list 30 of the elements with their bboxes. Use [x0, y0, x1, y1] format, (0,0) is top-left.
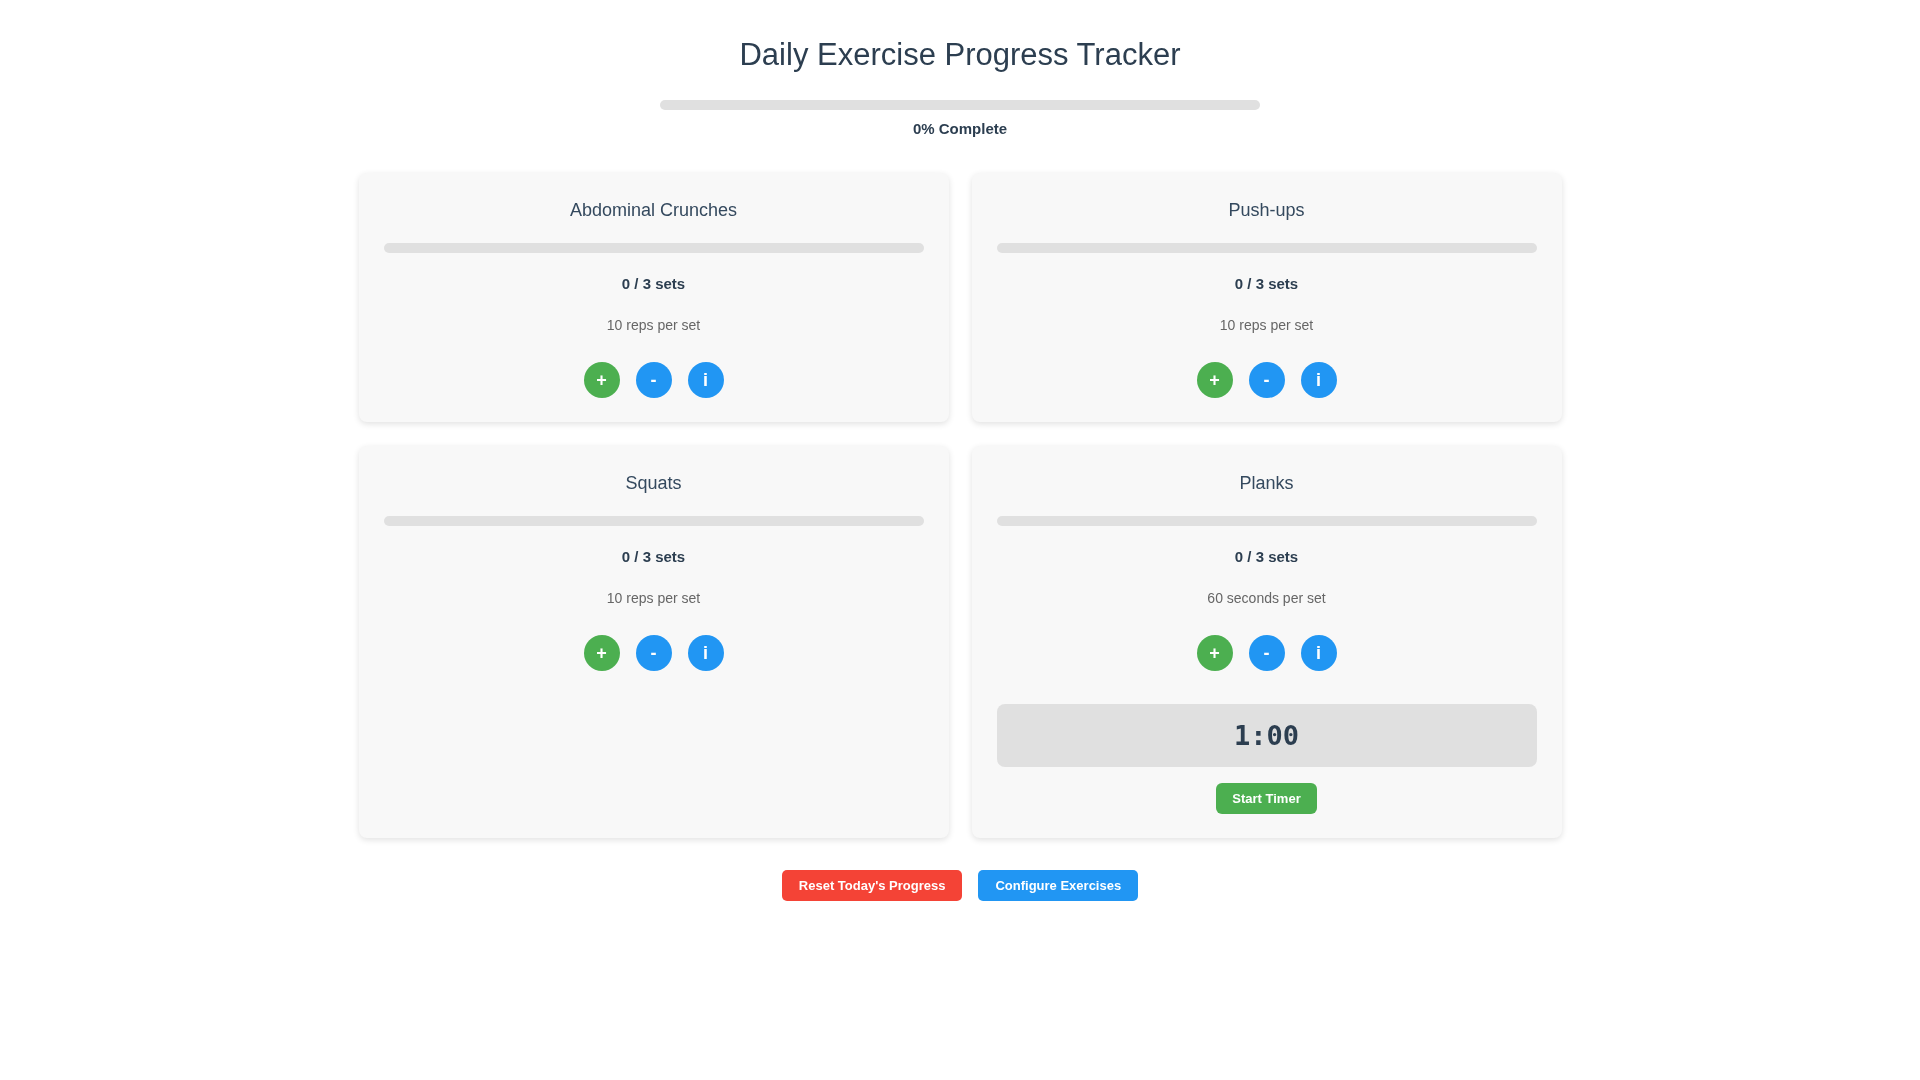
sets-count: 0 / 3 sets	[1234, 275, 1299, 292]
remove-set-button[interactable]: -	[1248, 362, 1285, 398]
exercise-name: Push-ups	[1228, 199, 1305, 221]
timer-display: 1:00	[996, 704, 1537, 767]
set-detail: 10 reps per set	[1219, 317, 1314, 333]
info-button[interactable]: i	[687, 635, 724, 671]
info-button[interactable]: i	[1300, 362, 1337, 398]
start-timer-button[interactable]: Start Timer	[1216, 783, 1317, 814]
remove-set-button[interactable]: -	[635, 362, 672, 398]
overall-progress-label: 0% Complete	[912, 120, 1008, 137]
exercise-name: Planks	[1239, 472, 1294, 494]
exercise-name: Squats	[625, 472, 682, 494]
add-set-button[interactable]: +	[1196, 635, 1233, 671]
sets-count: 0 / 3 sets	[621, 275, 686, 292]
add-set-button[interactable]: +	[583, 362, 620, 398]
add-set-button[interactable]: +	[583, 635, 620, 671]
remove-set-button[interactable]: -	[1248, 635, 1285, 671]
set-detail: 10 reps per set	[606, 317, 701, 333]
page-title: Daily Exercise Progress Tracker	[739, 36, 1181, 74]
set-detail: 60 seconds per set	[1207, 590, 1326, 606]
reset-button[interactable]: Reset Today's Progress	[781, 870, 963, 901]
exercise-name: Abdominal Crunches	[569, 199, 738, 221]
remove-set-button[interactable]: -	[635, 635, 672, 671]
info-button[interactable]: i	[687, 362, 724, 398]
set-detail: 10 reps per set	[606, 590, 701, 606]
info-button[interactable]: i	[1300, 635, 1337, 671]
sets-count: 0 / 3 sets	[1234, 548, 1299, 565]
add-set-button[interactable]: +	[1196, 362, 1233, 398]
configure-button[interactable]: Configure Exercises	[978, 870, 1139, 901]
sets-count: 0 / 3 sets	[621, 548, 686, 565]
